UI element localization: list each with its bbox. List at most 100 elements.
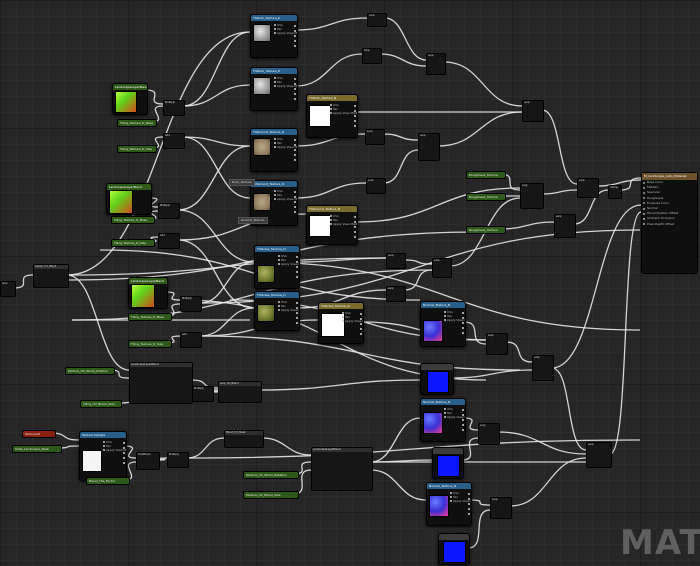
output-pin[interactable] <box>294 35 296 37</box>
output-pin[interactable] <box>462 327 464 329</box>
output-pin[interactable] <box>123 462 125 464</box>
output-pin[interactable] <box>354 236 356 238</box>
lerp-node[interactable]: Lerp <box>386 253 406 269</box>
output-pin[interactable] <box>354 125 356 127</box>
output-pin[interactable] <box>294 159 296 161</box>
output-pin[interactable] <box>462 409 464 411</box>
output-pin[interactable] <box>462 419 464 421</box>
constant-vector-node-blue-2[interactable] <box>432 447 464 479</box>
lerp-node[interactable]: Lerp <box>367 13 387 27</box>
param-tiling-size-2[interactable]: Tiling_Texture_D_Size <box>111 239 155 247</box>
landscape-layer-blend-node-2[interactable]: LandscapeLayerBlend <box>311 447 373 491</box>
lerp-node[interactable]: Lerp <box>386 286 406 302</box>
output-pin[interactable] <box>294 83 296 85</box>
output-pin[interactable] <box>296 322 298 324</box>
output-pin[interactable] <box>462 414 464 416</box>
output-pin[interactable] <box>294 40 296 42</box>
output-pin[interactable] <box>296 266 298 268</box>
output-pin[interactable] <box>354 216 356 218</box>
output-pin[interactable] <box>296 271 298 273</box>
output-pin[interactable] <box>462 429 464 431</box>
output-pin[interactable] <box>296 276 298 278</box>
output-pin[interactable] <box>123 452 125 454</box>
texture-sample-node-ground-d-1[interactable]: TXGround_Texture_D UVsTexApply View MipB… <box>250 128 298 172</box>
output-pin[interactable] <box>354 120 356 122</box>
lerp-node[interactable]: Lerp <box>577 178 599 198</box>
output-pin[interactable] <box>354 231 356 233</box>
output-pin[interactable] <box>468 493 470 495</box>
output-pin[interactable] <box>462 424 464 426</box>
output-pin[interactable] <box>468 498 470 500</box>
constant-vector-node-blue-1[interactable] <box>420 363 454 395</box>
lerp-node[interactable]: Lerp <box>486 333 508 355</box>
param-tiling-size-3[interactable]: Tiling_Texture_D_Size <box>128 340 172 348</box>
constant-vector-node-blue-3[interactable] <box>438 533 470 565</box>
normal-texture-node-3[interactable]: Normal_Texture_N UVsTexApply View MipBia… <box>426 482 472 526</box>
output-pin[interactable] <box>294 144 296 146</box>
output-pin[interactable] <box>294 78 296 80</box>
param-roughness-2[interactable]: Roughness_Texture <box>466 193 506 201</box>
output-pin[interactable] <box>123 447 125 449</box>
param-uv-blend-size[interactable]: Tiling_UV_Blend_Size <box>80 400 122 408</box>
material-result-node[interactable]: M_Landscape_Auto_Material Base Color Meta… <box>641 172 698 274</box>
output-pin[interactable] <box>294 149 296 151</box>
math-node[interactable]: Add <box>180 332 202 348</box>
param-texture-alt[interactable]: TextureAlt <box>22 430 56 438</box>
lerp-node[interactable]: Lerp <box>362 48 382 64</box>
output-pin[interactable] <box>296 317 298 319</box>
lerp-uv-blend-node[interactable]: Lerp_UV_Blend <box>218 381 262 403</box>
texture-sample-node-white[interactable]: Texture Sample UVsTexApply View MipBias <box>79 431 127 481</box>
output-pin[interactable] <box>296 302 298 304</box>
output-pin[interactable] <box>468 513 470 515</box>
param-tiling-base-3[interactable]: Tiling_Texture_D_Base <box>128 313 172 321</box>
lerp-node[interactable]: OneMinus <box>136 452 160 470</box>
param-roughness-1[interactable]: Roughness_Texture <box>466 171 506 179</box>
param-uv-world-position[interactable]: Texture_UV_World_Position <box>65 367 115 375</box>
clamp-uv-blend-node[interactable]: Clamp_UV_Blend <box>33 264 69 288</box>
texture-sample-node-rock-n[interactable]: TXRock_Texture_N UVsTexApply View MipBia… <box>306 94 358 138</box>
output-pin[interactable] <box>294 88 296 90</box>
output-pin[interactable] <box>360 328 362 330</box>
output-pin[interactable] <box>294 98 296 100</box>
output-pin[interactable] <box>294 25 296 27</box>
param-uv-blend-size-2[interactable]: Texture_UV_Blend_Size <box>243 491 299 499</box>
output-pin[interactable] <box>296 307 298 309</box>
output-pin[interactable] <box>294 139 296 141</box>
output-pin[interactable] <box>462 317 464 319</box>
output-pin[interactable] <box>294 201 296 203</box>
result-input-pin[interactable]: Pixel Depth Offset <box>642 222 697 227</box>
lerp-node[interactable]: Lerp <box>366 178 386 194</box>
output-pin[interactable] <box>360 323 362 325</box>
param-tiling-base-2[interactable]: Tiling_Texture_D_Base <box>111 216 155 224</box>
lerp-node[interactable]: Lerp <box>478 423 500 445</box>
output-pin[interactable] <box>294 154 296 156</box>
lerp-node[interactable]: Lerp <box>426 53 446 75</box>
texture-sample-node-grass-d-2[interactable]: TXGrass_Texture_D UVsTexApply View MipBi… <box>254 291 300 331</box>
normal-texture-node-2[interactable]: Normal_Texture_N UVsTexApply View MipBia… <box>420 398 466 442</box>
landscape-layer-coords-node-2[interactable]: LandscapeLayerBlend <box>106 183 152 215</box>
param-tiling-size-1[interactable]: Tiling_Texture_D_Size <box>117 145 157 153</box>
lerp-node[interactable]: Clamp <box>608 185 622 199</box>
output-pin[interactable] <box>294 45 296 47</box>
param-tiling-base-1[interactable]: Tiling_Texture_D_Base <box>117 119 157 127</box>
output-pin[interactable] <box>296 261 298 263</box>
math-node[interactable]: Add <box>163 133 185 149</box>
texture-sample-node-grass-d-1[interactable]: TXGrass_Texture_D UVsTexApply View MipBi… <box>254 245 300 289</box>
lerp-node[interactable]: Lerp <box>554 214 576 238</box>
lerp-node[interactable]: Lerp <box>365 129 385 145</box>
output-pin[interactable] <box>296 256 298 258</box>
param-uv-world-rotation[interactable]: Texture_UV_World_Rotation <box>243 471 299 479</box>
param-slide-landscape-mask[interactable]: Slide_Landscape_Mask <box>12 445 62 453</box>
lerp-node[interactable]: Lerp <box>532 355 554 381</box>
output-pin[interactable] <box>123 442 125 444</box>
math-node[interactable]: Multiply <box>163 100 185 116</box>
texture-sample-node-grass-n[interactable]: TXGrass_Texture_N UVsTexApply View MipBi… <box>318 302 364 344</box>
output-pin[interactable] <box>354 110 356 112</box>
lerp-node[interactable]: Lerp <box>522 100 544 122</box>
math-node[interactable]: Add <box>158 233 180 249</box>
param-blend-tile-factor[interactable]: Blend_Tile_Factor <box>86 477 130 485</box>
output-pin[interactable] <box>360 313 362 315</box>
output-pin[interactable] <box>462 322 464 324</box>
output-pin[interactable] <box>294 191 296 193</box>
math-node[interactable]: Sine <box>0 281 16 297</box>
